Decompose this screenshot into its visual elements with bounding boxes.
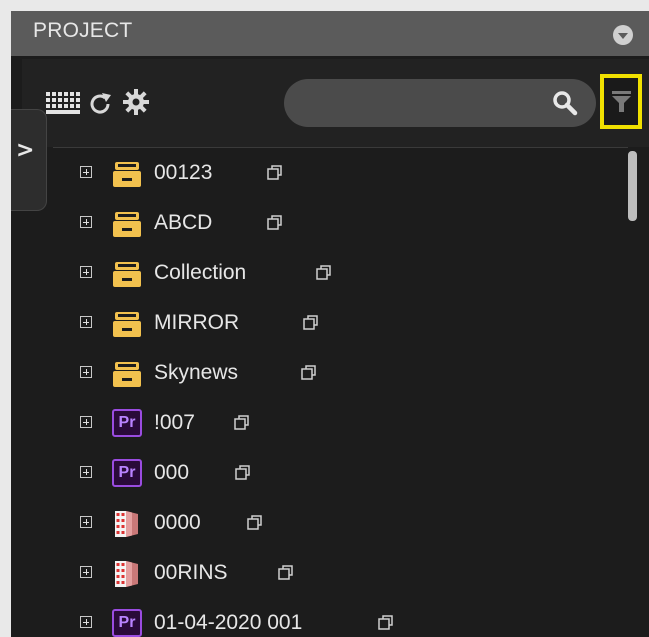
open-window-icon[interactable] <box>234 415 250 436</box>
open-window-icon[interactable] <box>316 265 332 286</box>
project-panel: PROJECT > 00123 ABCD Collection MIRROR S… <box>11 11 649 637</box>
expand-plus-icon[interactable] <box>80 516 92 528</box>
open-window-icon[interactable] <box>235 465 251 486</box>
tree-item[interactable]: Skynews <box>11 350 621 400</box>
tree-item-label: !007 <box>154 411 195 434</box>
expand-plus-icon[interactable] <box>80 416 92 428</box>
premiere-pro-icon: Pr <box>112 459 142 489</box>
tree-item[interactable]: 0000 <box>11 500 621 550</box>
tree-item-label: ABCD <box>154 211 213 234</box>
panel-title: PROJECT <box>33 19 133 42</box>
tree-item[interactable]: Pr 000 <box>11 450 621 500</box>
archive-box-icon <box>112 359 142 389</box>
tree-item-label: MIRROR <box>154 311 240 334</box>
open-window-icon[interactable] <box>301 365 317 386</box>
archive-box-icon <box>112 259 142 289</box>
tree-item-label: Collection <box>154 261 247 284</box>
expand-plus-icon[interactable] <box>80 466 92 478</box>
open-window-icon[interactable] <box>303 315 319 336</box>
tree-item-label: 000 <box>154 461 190 484</box>
premiere-pro-badge: Pr <box>112 459 142 487</box>
archive-box-icon <box>112 159 142 189</box>
tree-item[interactable]: Collection <box>11 250 621 300</box>
open-window-icon[interactable] <box>378 615 394 636</box>
archive-box-icon <box>112 209 142 239</box>
open-window-icon[interactable] <box>247 515 263 536</box>
archive-box-icon <box>112 309 142 339</box>
tree-item[interactable]: MIRROR <box>11 300 621 350</box>
open-window-icon[interactable] <box>267 165 283 186</box>
tree-item-label: Skynews <box>154 361 239 384</box>
open-window-icon[interactable] <box>267 215 283 236</box>
expand-plus-icon[interactable] <box>80 616 92 628</box>
refresh-icon[interactable] <box>89 90 113 121</box>
open-window-icon[interactable] <box>278 565 294 586</box>
tree-item[interactable]: 00RINS <box>11 550 621 600</box>
panel-header: PROJECT <box>11 11 649 56</box>
tree-item[interactable]: Pr !007 <box>11 400 621 450</box>
film-bin-icon <box>112 509 142 539</box>
tree-item[interactable]: Pr 01-04-2020 001 <box>11 600 621 637</box>
gear-icon[interactable] <box>122 88 150 121</box>
tree-item-label: 0000 <box>154 511 201 534</box>
collapse-menu-icon[interactable] <box>613 25 633 45</box>
premiere-pro-icon: Pr <box>112 409 142 439</box>
toolbar <box>22 59 649 147</box>
expand-plus-icon[interactable] <box>80 366 92 378</box>
premiere-pro-icon: Pr <box>112 609 142 637</box>
expand-plus-icon[interactable] <box>80 216 92 228</box>
expand-plus-icon[interactable] <box>80 166 92 178</box>
expand-plus-icon[interactable] <box>80 266 92 278</box>
premiere-pro-badge: Pr <box>112 609 142 637</box>
search-input[interactable] <box>304 89 538 119</box>
film-bin-icon <box>112 559 142 589</box>
filter-icon <box>612 91 631 118</box>
tree-item-label: 01-04-2020 001 <box>154 611 303 634</box>
expand-plus-icon[interactable] <box>80 316 92 328</box>
search-box <box>284 79 596 127</box>
grid-view-icon[interactable] <box>46 92 80 119</box>
project-tree: 00123 ABCD Collection MIRROR Skynews Pr … <box>11 150 631 637</box>
tree-item[interactable]: ABCD <box>11 200 621 250</box>
premiere-pro-badge: Pr <box>112 409 142 437</box>
tree-item[interactable]: 00123 <box>11 150 621 200</box>
expand-plus-icon[interactable] <box>80 566 92 578</box>
search-icon[interactable] <box>552 90 578 121</box>
tree-item-label: 00RINS <box>154 561 228 584</box>
tree-item-label: 00123 <box>154 161 213 184</box>
toolbar-divider <box>53 147 649 148</box>
filter-button[interactable] <box>600 74 642 129</box>
